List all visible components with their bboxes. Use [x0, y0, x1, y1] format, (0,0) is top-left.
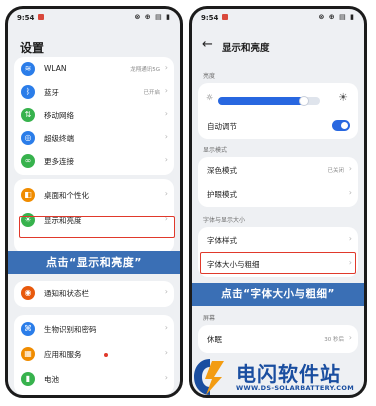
settings-item-label: 更多连接	[44, 157, 74, 166]
chevron-right-icon: ›	[164, 287, 168, 296]
back-arrow-icon[interactable]: ←	[202, 37, 213, 52]
chevron-right-icon: ›	[164, 373, 168, 382]
dark-mode-row[interactable]: 深色模式 已关闭 ›	[198, 159, 358, 181]
eye-care-label: 护眼模式	[207, 190, 237, 199]
font-size-highlight-box	[200, 252, 356, 274]
notification-icon: ◉	[21, 286, 35, 300]
font-style-label: 字体样式	[207, 236, 237, 245]
battery-icon: ▮	[21, 372, 35, 386]
settings-phone: 9:54 ⊗ ⊕ ▤ ▮ 设置 ≋ WLAN 龙翔通讯5G › ᛒ 蓝牙 已开启 › ⇅ 移动网络…	[5, 6, 183, 398]
notification-card: ◉ 通知和状态栏 ›	[14, 281, 174, 307]
font-style-row[interactable]: 字体样式 ›	[198, 229, 358, 251]
brightness-slider-knob[interactable]	[298, 96, 309, 106]
page-title: 设置	[20, 41, 45, 55]
brand-name: 电闪软件站	[236, 362, 341, 386]
settings-item[interactable]: ≋ WLAN 龙翔通讯5G ›	[14, 59, 174, 81]
page-title: 显示和亮度	[222, 43, 270, 54]
brand-logo-icon	[194, 359, 224, 395]
settings-item-value: 已开启	[143, 90, 160, 96]
status-bar: 9:54 ⊗ ⊕ ▤ ▮	[8, 9, 180, 27]
chevron-right-icon: ›	[348, 234, 352, 243]
chevron-right-icon: ›	[164, 155, 168, 164]
dark-mode-value: 已关闭	[327, 168, 344, 174]
display-mode-label: 显示模式	[203, 147, 228, 154]
bluetooth-icon: ᛒ	[21, 85, 35, 99]
chevron-right-icon: ›	[348, 333, 352, 342]
brightness-high-icon: ☀	[338, 91, 348, 104]
connectivity-card: ≋ WLAN 龙翔通讯5G › ᛒ 蓝牙 已开启 › ⇅ 移动网络 › ◎ 超级终端 › ∞ 更多连接 ›	[14, 57, 174, 175]
screen-label: 屏幕	[203, 315, 216, 322]
mobile-network-icon: ⇅	[21, 108, 35, 122]
display-mode-card: 深色模式 已关闭 › 护眼模式 ›	[198, 157, 358, 207]
settings-item[interactable]: ◧ 桌面和个性化 ›	[14, 185, 174, 207]
auto-adjust-toggle[interactable]	[332, 120, 350, 131]
apps-icon: ▦	[21, 347, 35, 361]
brand-url: WWW.DS-SOLARBATTERY.COM	[236, 384, 354, 392]
more-connections-icon: ∞	[21, 154, 35, 168]
instruction-banner: 点击“显示和亮度”	[8, 251, 180, 274]
notification-dot-icon	[38, 14, 44, 20]
new-badge-dot	[104, 353, 108, 357]
status-bar: 9:54 ⊗ ⊕ ▤ ▮	[192, 9, 364, 27]
chevron-right-icon: ›	[348, 164, 352, 173]
notification-dot-icon	[222, 14, 228, 20]
settings-item-label: 超级终端	[44, 134, 74, 143]
brightness-low-icon: ☼	[206, 93, 214, 102]
brightness-slider-fill	[218, 97, 305, 105]
instruction-banner: 点击“字体大小与粗细”	[192, 283, 364, 306]
desktop-icon: ◧	[21, 188, 35, 202]
chevron-right-icon: ›	[348, 188, 352, 197]
settings-item-value: 龙翔通讯5G	[130, 67, 160, 73]
chevron-right-icon: ›	[164, 86, 168, 95]
biometric-icon: ⌘	[21, 322, 35, 336]
chevron-right-icon: ›	[164, 323, 168, 332]
screenshot-stage: 9:54 ⊗ ⊕ ▤ ▮ 设置 ≋ WLAN 龙翔通讯5G › ᛒ 蓝牙 已开启 › ⇅ 移动网络…	[0, 0, 376, 406]
settings-item[interactable]: ▦ 应用和服务 ›	[14, 344, 174, 366]
settings-item-label: 应用和服务	[44, 350, 82, 359]
settings-item[interactable]: ◉ 通知和状态栏 ›	[14, 283, 174, 305]
settings-item-label: 通知和状态栏	[44, 289, 89, 298]
settings-item-label: 蓝牙	[44, 88, 59, 97]
font-section-label: 字体与显示大小	[203, 217, 246, 224]
status-icons: ⊗ ⊕ ▤ ▮	[318, 13, 355, 21]
settings-item[interactable]: ▮ 电池 ›	[14, 369, 174, 391]
chevron-right-icon: ›	[164, 132, 168, 141]
sleep-value: 30 秒后	[324, 337, 344, 343]
dark-mode-label: 深色模式	[207, 166, 237, 175]
display-phone: 9:54 ⊗ ⊕ ▤ ▮ ← 显示和亮度 亮度 ☼ ☀ 自动调节 显示模式 深色…	[189, 6, 367, 398]
settings-item[interactable]: ᛒ 蓝牙 已开启 ›	[14, 82, 174, 104]
sleep-row[interactable]: 休眠 30 秒后 ›	[198, 328, 358, 350]
super-device-icon: ◎	[21, 131, 35, 145]
chevron-right-icon: ›	[164, 109, 168, 118]
settings-item[interactable]: ∞ 更多连接 ›	[14, 151, 174, 173]
status-time: 9:54	[17, 14, 35, 22]
security-card: ⌘ 生物识别和密码 › ▦ 应用和服务 › ▮ 电池 ›	[14, 315, 174, 395]
auto-adjust-row[interactable]: 自动调节	[198, 115, 358, 137]
brightness-slider[interactable]	[218, 96, 320, 106]
eye-care-row[interactable]: 护眼模式 ›	[198, 183, 358, 205]
settings-item-label: 桌面和个性化	[44, 191, 89, 200]
settings-item-label: 移动网络	[44, 111, 74, 120]
display-highlight-box	[19, 216, 175, 238]
brightness-card: ☼ ☀ 自动调节	[198, 83, 358, 139]
screen-card: 休眠 30 秒后 ›	[198, 325, 358, 353]
settings-item[interactable]: ⇅ 移动网络 ›	[14, 105, 174, 127]
sleep-label: 休眠	[207, 335, 222, 344]
settings-item[interactable]: ◎ 超级终端 ›	[14, 128, 174, 150]
brightness-label: 亮度	[203, 73, 216, 80]
wifi-icon: ≋	[21, 62, 35, 76]
status-time: 9:54	[201, 14, 219, 22]
chevron-right-icon: ›	[164, 63, 168, 72]
settings-item-label: WLAN	[44, 64, 67, 73]
settings-item[interactable]: ⌘ 生物识别和密码 ›	[14, 319, 174, 341]
chevron-right-icon: ›	[164, 348, 168, 357]
chevron-right-icon: ›	[164, 189, 168, 198]
settings-item-label: 电池	[44, 375, 59, 384]
auto-adjust-label: 自动调节	[207, 122, 237, 131]
status-icons: ⊗ ⊕ ▤ ▮	[134, 13, 171, 21]
settings-item-label: 生物识别和密码	[44, 325, 97, 334]
